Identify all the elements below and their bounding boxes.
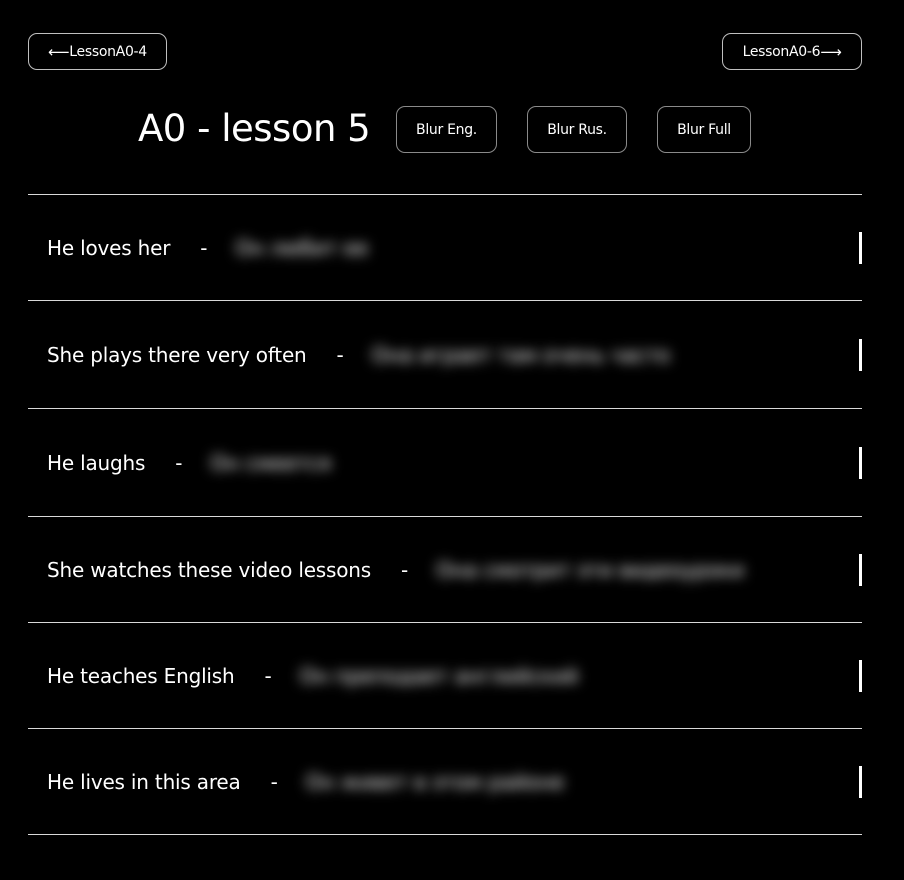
english-phrase: She watches these video lessons (47, 557, 371, 582)
row-marker (859, 659, 862, 692)
phrase-separator: - (264, 663, 272, 688)
phrase-list: He loves her - Он любит ее She plays the… (28, 194, 862, 835)
english-phrase: He loves her (47, 235, 171, 260)
blur-full-button[interactable]: Blur Full (657, 106, 751, 153)
previous-lesson-label: LessonA0-4 (69, 43, 147, 60)
row-marker (859, 231, 862, 264)
phrase-separator: - (200, 235, 208, 260)
english-phrase: He teaches English (47, 663, 235, 688)
phrase-row: He teaches English - Он преподает англий… (28, 623, 862, 729)
russian-translation[interactable]: Он преподает английский (300, 664, 579, 688)
blur-russian-button[interactable]: Blur Rus. (527, 106, 627, 153)
english-phrase: He laughs (47, 450, 146, 475)
phrase-separator: - (175, 450, 183, 475)
russian-translation[interactable]: Он смеется (210, 451, 331, 475)
english-phrase: She plays there very often (47, 342, 307, 367)
arrow-right-icon: ⟶ (820, 42, 842, 61)
page-title: A0 - lesson 5 (138, 107, 371, 150)
row-marker (859, 765, 862, 798)
russian-translation[interactable]: Он живет в этом районе (306, 770, 564, 794)
russian-translation[interactable]: Она смотрит эти видеоуроки (436, 558, 744, 582)
next-lesson-label: LessonA0-6 (742, 43, 821, 60)
phrase-separator: - (336, 342, 344, 367)
arrow-left-icon: ⟵ (48, 42, 70, 61)
phrase-row: He laughs - Он смеется (28, 409, 862, 517)
phrase-row: She plays there very often - Она играет … (28, 301, 862, 409)
row-marker (859, 446, 862, 479)
russian-translation[interactable]: Она играет там очень часто (372, 343, 670, 367)
row-marker (859, 338, 862, 371)
blur-english-button[interactable]: Blur Eng. (396, 106, 497, 153)
next-lesson-button[interactable]: LessonA0-6 ⟶ (722, 33, 862, 70)
phrase-separator: - (400, 557, 409, 582)
row-marker (859, 553, 862, 586)
phrase-separator: - (270, 769, 278, 794)
phrase-row: He lives in this area - Он живет в этом … (28, 729, 862, 835)
phrase-row: She watches these video lessons - Она см… (28, 517, 862, 623)
phrase-row: He loves her - Он любит ее (28, 195, 862, 301)
english-phrase: He lives in this area (47, 769, 241, 794)
previous-lesson-button[interactable]: ⟵ LessonA0-4 (28, 33, 167, 70)
russian-translation[interactable]: Он любит ее (235, 236, 368, 260)
